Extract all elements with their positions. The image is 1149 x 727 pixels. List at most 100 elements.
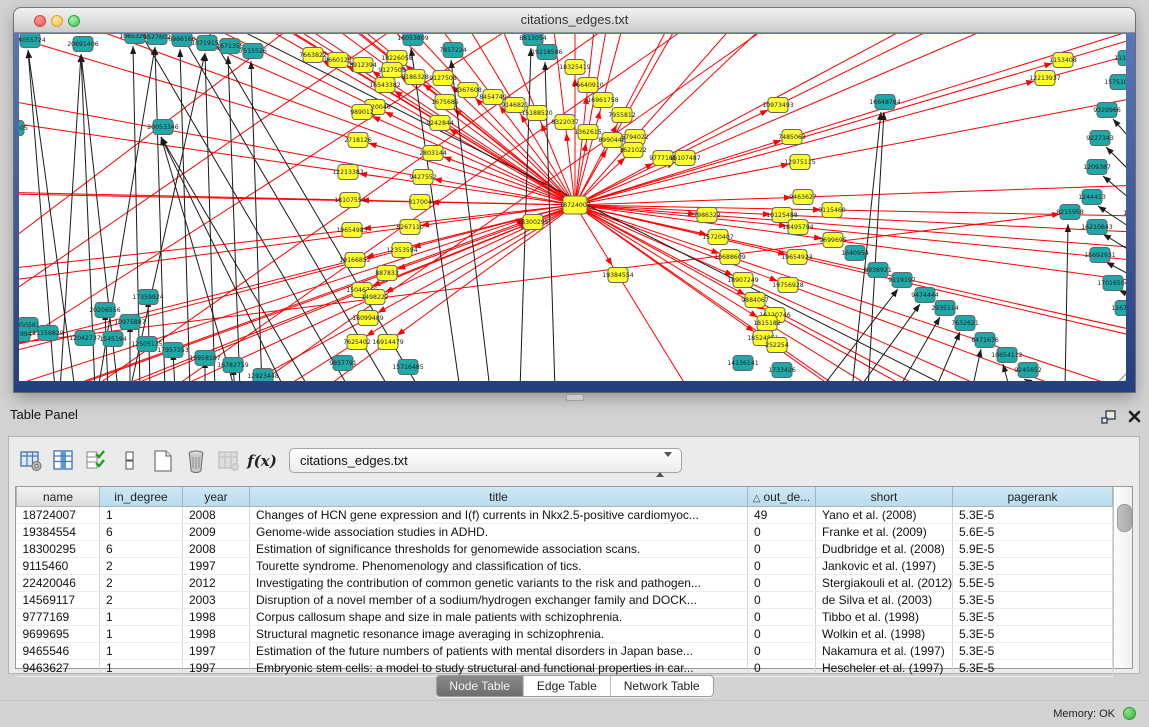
table-cell[interactable]: 5.3E-5 [953, 592, 1113, 609]
table-cell[interactable]: 9465546 [17, 643, 100, 660]
table-cell[interactable]: 5.3E-5 [953, 609, 1113, 626]
table-cell[interactable]: 0 [748, 558, 816, 575]
table-cell[interactable]: 2009 [183, 524, 250, 541]
window-titlebar[interactable]: citations_edges.txt [14, 8, 1135, 33]
table-cell[interactable]: 18724007 [17, 507, 100, 524]
table-cell[interactable]: Tibbo et al. (1998) [816, 609, 953, 626]
table-cell[interactable]: Estimation of the future numbers of pati… [250, 643, 748, 660]
table-cell[interactable]: 9699695 [17, 626, 100, 643]
table-cell[interactable]: 2012 [183, 575, 250, 592]
column-header-out_de[interactable]: △out_de... [748, 487, 816, 507]
table-cell[interactable]: 2 [100, 592, 183, 609]
table-cell[interactable]: 0 [748, 524, 816, 541]
table-row[interactable]: 969969511998Structural magnetic resonanc… [17, 626, 1113, 643]
table-cell[interactable]: 5.9E-5 [953, 541, 1113, 558]
table-cell[interactable]: 1 [100, 643, 183, 660]
table-cell[interactable]: Structural magnetic resonance image aver… [250, 626, 748, 643]
table-cell[interactable]: 0 [748, 660, 816, 677]
table-cell[interactable]: Investigating the contribution of common… [250, 575, 748, 592]
table-cell[interactable]: 1998 [183, 609, 250, 626]
table-cell[interactable]: 6 [100, 541, 183, 558]
table-select-dropdown[interactable]: citations_edges.txt [289, 448, 682, 473]
column-header-year[interactable]: year [183, 487, 250, 507]
new-table-button[interactable] [149, 445, 177, 477]
network-canvas[interactable]: 1405572420691406106532671527602696616010… [19, 34, 1126, 381]
table-row[interactable]: 911546021997Tourette syndrome. Phenomeno… [17, 558, 1113, 575]
column-header-short[interactable]: short [816, 487, 953, 507]
table-row[interactable]: 977716911998Corpus callosum shape and si… [17, 609, 1113, 626]
table-cell[interactable]: 1 [100, 609, 183, 626]
table-cell[interactable]: 2 [100, 558, 183, 575]
table-cell[interactable]: 2008 [183, 541, 250, 558]
tab-edge-table[interactable]: Edge Table [523, 676, 610, 696]
table-cell[interactable]: 0 [748, 575, 816, 592]
table-cell[interactable]: 5.3E-5 [953, 626, 1113, 643]
table-cell[interactable]: 9777169 [17, 609, 100, 626]
column-header-title[interactable]: title [250, 487, 748, 507]
table-cell[interactable]: 9115460 [17, 558, 100, 575]
row-height-button[interactable] [116, 445, 144, 477]
table-cell[interactable]: 5.3E-5 [953, 507, 1113, 524]
table-cell[interactable]: Dudbridge et al. (2008) [816, 541, 953, 558]
column-visibility-button[interactable] [50, 445, 78, 477]
table-cell[interactable]: Estimation of significance thresholds fo… [250, 541, 748, 558]
table-cell[interactable]: 1997 [183, 660, 250, 677]
scrollbar-thumb[interactable] [1117, 504, 1132, 532]
table-cell[interactable]: 0 [748, 592, 816, 609]
table-cell[interactable]: Corpus callosum shape and size in male p… [250, 609, 748, 626]
table-cell[interactable]: Hescheler et al. (1997) [816, 660, 953, 677]
table-cell[interactable]: 1998 [183, 626, 250, 643]
table-cell[interactable]: 5.5E-5 [953, 575, 1113, 592]
minimize-window-button[interactable] [51, 15, 63, 27]
table-row[interactable]: 946554611997Estimation of the future num… [17, 643, 1113, 660]
table-cell[interactable]: 22420046 [17, 575, 100, 592]
table-cell[interactable]: 5.6E-5 [953, 524, 1113, 541]
table-cell[interactable]: 19384554 [17, 524, 100, 541]
table-cell[interactable]: 5.3E-5 [953, 643, 1113, 660]
column-header-in_degree[interactable]: in_degree [100, 487, 183, 507]
close-panel-icon[interactable] [1127, 409, 1145, 425]
table-cell[interactable]: 1 [100, 660, 183, 677]
float-panel-icon[interactable] [1100, 409, 1118, 425]
table-cell[interactable]: 2003 [183, 592, 250, 609]
table-cell[interactable]: 0 [748, 609, 816, 626]
table-cell[interactable]: 14569117 [17, 592, 100, 609]
table-cell[interactable]: 2 [100, 575, 183, 592]
table-cell[interactable]: 9463627 [17, 660, 100, 677]
table-cell[interactable]: Disruption of a novel member of a sodium… [250, 592, 748, 609]
table-cell[interactable]: 1997 [183, 558, 250, 575]
table-cell[interactable]: Changes of HCN gene expression and I(f) … [250, 507, 748, 524]
table-cell[interactable]: 49 [748, 507, 816, 524]
table-cell[interactable]: 0 [748, 541, 816, 558]
table-cell[interactable]: 5.3E-5 [953, 660, 1113, 677]
zoom-window-button[interactable] [68, 15, 80, 27]
table-row[interactable]: 1830029562008Estimation of significance … [17, 541, 1113, 558]
table-row[interactable]: 946362711997Embryonic stem cells: a mode… [17, 660, 1113, 677]
table-cell[interactable]: 5.3E-5 [953, 558, 1113, 575]
table-cell[interactable]: Stergiakouli et al. (2012) [816, 575, 953, 592]
table-cell[interactable]: Embryonic stem cells: a model to study s… [250, 660, 748, 677]
column-header-pagerank[interactable]: pagerank [953, 487, 1113, 507]
table-row[interactable]: 1938455462009Genome-wide association stu… [17, 524, 1113, 541]
table-cell[interactable]: 1 [100, 626, 183, 643]
table-cell[interactable]: Wolkin et al. (1998) [816, 626, 953, 643]
table-cell[interactable]: 18300295 [17, 541, 100, 558]
tab-network-table[interactable]: Network Table [610, 676, 713, 696]
table-cell[interactable]: 1997 [183, 643, 250, 660]
delete-table-button[interactable] [182, 445, 210, 477]
table-cell[interactable]: 0 [748, 626, 816, 643]
table-cell[interactable]: 0 [748, 643, 816, 660]
table-row[interactable]: 1456911722003Disruption of a novel membe… [17, 592, 1113, 609]
table-cell[interactable]: Franke et al. (2009) [816, 524, 953, 541]
column-header-name[interactable]: name [17, 487, 100, 507]
table-cell[interactable]: Jankovic et al. (1997) [816, 558, 953, 575]
table-scrollbar[interactable] [1113, 487, 1132, 668]
table-row[interactable]: 1872400712008Changes of HCN gene express… [17, 507, 1113, 524]
function-builder-button[interactable]: f(x) [248, 445, 276, 477]
tab-node-table[interactable]: Node Table [436, 676, 523, 696]
table-cell[interactable]: 1 [100, 507, 183, 524]
table-cell[interactable]: de Silva et al. (2003) [816, 592, 953, 609]
table-cell[interactable]: 6 [100, 524, 183, 541]
import-table-button[interactable] [215, 445, 243, 477]
table-cell[interactable]: Nakamura et al. (1997) [816, 643, 953, 660]
